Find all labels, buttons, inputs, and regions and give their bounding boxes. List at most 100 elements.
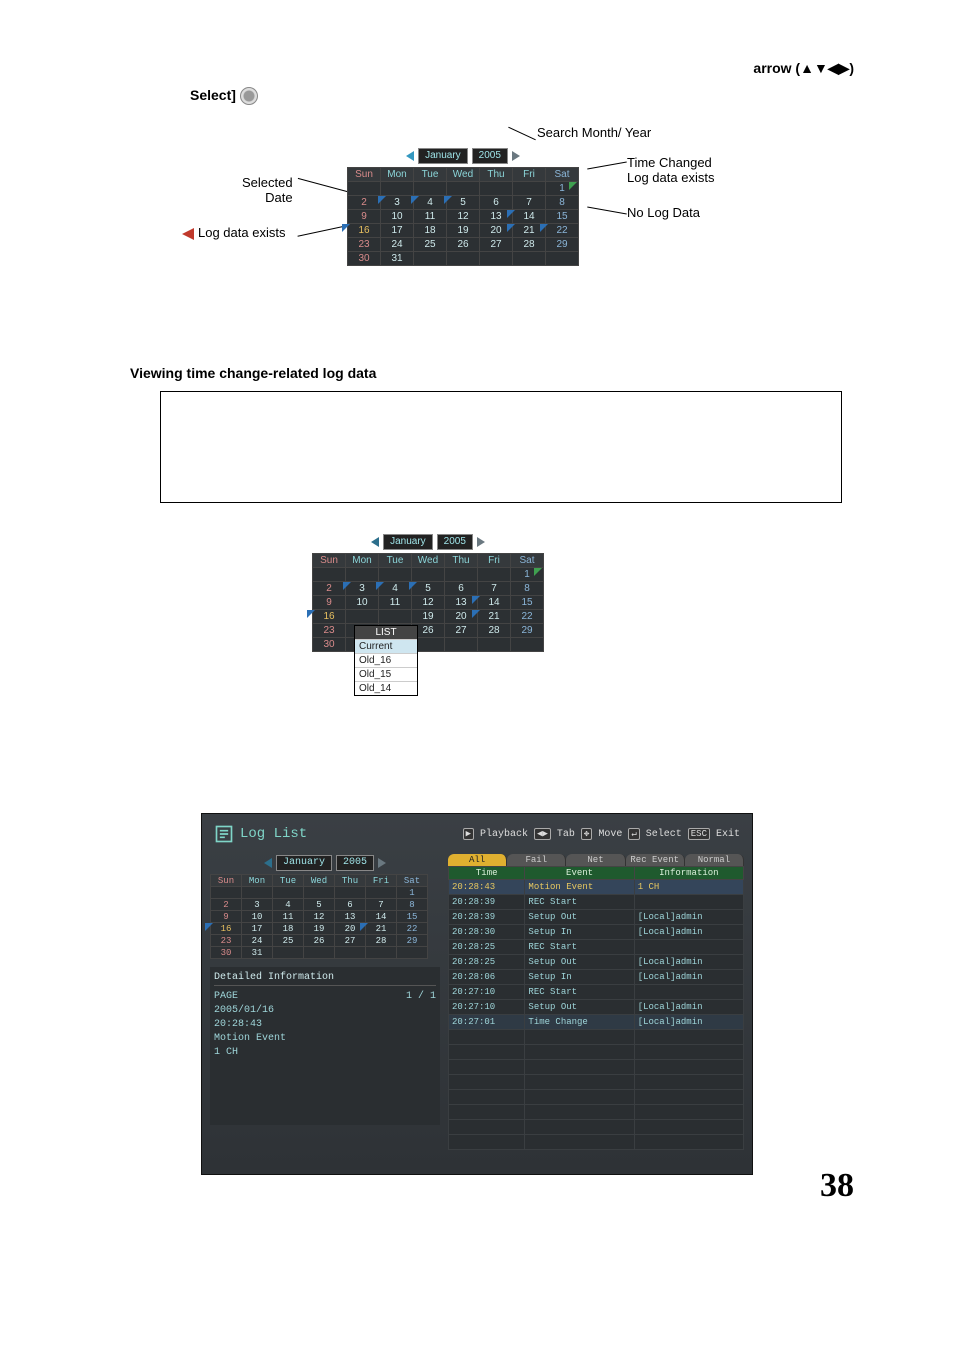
log-row[interactable]: 20:28:25REC Start — [449, 940, 744, 955]
cal-cell[interactable]: 11 — [379, 596, 412, 610]
cal-cell[interactable]: 15 — [511, 596, 544, 610]
log-row[interactable]: 20:28:06Setup In[Local]admin — [449, 970, 744, 985]
cal-cell[interactable]: 10 — [346, 596, 379, 610]
cal-cell[interactable]: 5 — [304, 899, 335, 911]
dropdown-item[interactable]: Old_14 — [355, 682, 417, 695]
cal-cell[interactable]: 13 — [335, 911, 366, 923]
filter-tab-fail[interactable]: Fail — [507, 854, 566, 866]
cal-cell[interactable]: 29 — [511, 624, 544, 638]
log-row[interactable]: 20:28:25Setup Out[Local]admin — [449, 955, 744, 970]
cal-cell[interactable]: 28 — [366, 935, 397, 947]
cal-cell[interactable]: 23 — [211, 935, 242, 947]
cal-cell[interactable]: 7 — [478, 582, 511, 596]
cal-cell[interactable]: 10 — [381, 210, 414, 224]
log-row[interactable] — [449, 1045, 744, 1060]
cal-cell[interactable]: 12 — [447, 210, 480, 224]
log-row[interactable]: 20:28:39Setup Out[Local]admin — [449, 910, 744, 925]
cal-cell[interactable]: 7 — [513, 196, 546, 210]
log-row[interactable] — [449, 1075, 744, 1090]
log-row[interactable]: 20:27:01Time Change[Local]admin — [449, 1015, 744, 1030]
filter-tab-rec-event[interactable]: Rec Event — [626, 854, 685, 866]
cal-cell[interactable]: 26 — [447, 238, 480, 252]
cal-cell[interactable]: 23 — [313, 624, 346, 638]
cal-cell[interactable]: 6 — [480, 196, 513, 210]
cal-cell[interactable]: 6 — [335, 899, 366, 911]
cal-cell[interactable]: 12 — [304, 911, 335, 923]
cal-cell[interactable]: 28 — [513, 238, 546, 252]
cal-cell[interactable]: 21 — [478, 610, 511, 624]
log-row[interactable] — [449, 1105, 744, 1120]
cal-cell[interactable]: 9 — [313, 596, 346, 610]
cal-cell[interactable]: 2 — [211, 899, 242, 911]
log-row[interactable] — [449, 1030, 744, 1045]
cal-cell[interactable]: 29 — [546, 238, 579, 252]
cal-cell[interactable]: 7 — [366, 899, 397, 911]
cal-cell[interactable] — [381, 182, 414, 196]
cal-cell[interactable]: 11 — [273, 911, 304, 923]
cal-cell[interactable]: 4 — [273, 899, 304, 911]
cal-cell[interactable]: 14 — [366, 911, 397, 923]
cal-cell[interactable]: 27 — [445, 624, 478, 638]
calendar-widget[interactable]: January 2005 Sun Mon Tue Wed Thu Fri Sat — [347, 147, 579, 266]
cal-cell[interactable]: 31 — [381, 252, 414, 266]
cal-cell[interactable]: 5 — [412, 582, 445, 596]
cal-cell[interactable] — [447, 182, 480, 196]
log-row[interactable]: 20:27:10REC Start — [449, 985, 744, 1000]
log-row[interactable]: 20:28:30Setup In[Local]admin — [449, 925, 744, 940]
cal-cell[interactable]: 27 — [480, 238, 513, 252]
cal-cell[interactable]: 3 — [242, 899, 273, 911]
cal-cell[interactable]: 22 — [546, 224, 579, 238]
filter-tab-normal[interactable]: Normal — [685, 854, 744, 866]
cal-cell[interactable]: 14 — [513, 210, 546, 224]
prev-month-icon[interactable] — [264, 858, 272, 868]
cal-cell[interactable]: 22 — [511, 610, 544, 624]
month-box[interactable]: January — [418, 148, 468, 164]
log-row[interactable]: 20:28:43Motion Event1 CH — [449, 880, 744, 895]
cal-cell[interactable]: 12 — [412, 596, 445, 610]
cal-cell[interactable] — [447, 252, 480, 266]
cal-cell-selected[interactable]: 16 — [313, 610, 346, 624]
cal-cell[interactable]: 18 — [414, 224, 447, 238]
loglist-calendar[interactable]: January 2005 Sun Mon Tue Wed Thu Fri Sat… — [210, 854, 440, 959]
filter-tab-net[interactable]: Net — [566, 854, 625, 866]
year-box[interactable]: 2005 — [472, 148, 508, 164]
log-row[interactable]: 20:27:10Setup Out[Local]admin — [449, 1000, 744, 1015]
cal-cell[interactable]: 24 — [242, 935, 273, 947]
cal-cell[interactable]: 17 — [381, 224, 414, 238]
year-box[interactable]: 2005 — [437, 534, 473, 550]
cal-cell[interactable]: 9 — [211, 911, 242, 923]
log-row[interactable] — [449, 1135, 744, 1150]
cal-cell[interactable]: 17 — [242, 923, 273, 935]
cal-cell[interactable]: 8 — [397, 899, 428, 911]
cal-cell[interactable]: 30 — [211, 947, 242, 959]
cal-cell[interactable]: 23 — [348, 238, 381, 252]
log-row[interactable] — [449, 1090, 744, 1105]
cal-cell[interactable] — [414, 252, 447, 266]
cal-cell[interactable] — [513, 252, 546, 266]
cal-cell[interactable] — [480, 182, 513, 196]
cal-cell[interactable]: 15 — [546, 210, 579, 224]
cal-cell[interactable]: 1 — [546, 182, 579, 196]
cal-cell[interactable]: 30 — [313, 638, 346, 652]
dropdown-item-current[interactable]: Current — [355, 640, 417, 654]
filter-tab-all[interactable]: All — [448, 854, 507, 866]
cal-cell[interactable]: 25 — [414, 238, 447, 252]
cal-cell[interactable]: 22 — [397, 923, 428, 935]
cal-cell[interactable]: 30 — [348, 252, 381, 266]
cal-cell[interactable] — [414, 182, 447, 196]
dropdown-item[interactable]: Old_16 — [355, 654, 417, 668]
cal-cell[interactable]: 19 — [304, 923, 335, 935]
cal-cell-selected[interactable]: 16 — [211, 923, 242, 935]
cal-cell[interactable]: 27 — [335, 935, 366, 947]
cal-cell[interactable]: 2 — [313, 582, 346, 596]
cal-cell[interactable]: 4 — [379, 582, 412, 596]
cal-cell[interactable]: 14 — [478, 596, 511, 610]
time-change-dropdown[interactable]: LIST Current Old_16 Old_15 Old_14 — [354, 625, 418, 696]
cal-cell[interactable]: 6 — [445, 582, 478, 596]
cal-cell[interactable]: 9 — [348, 210, 381, 224]
cal-cell[interactable]: 29 — [397, 935, 428, 947]
calendar-widget-2[interactable]: January 2005 Sun Mon Tue Wed Thu Fri Sat… — [312, 533, 544, 652]
month-box[interactable]: January — [276, 855, 332, 871]
log-row[interactable] — [449, 1120, 744, 1135]
cal-cell[interactable]: 19 — [412, 610, 445, 624]
